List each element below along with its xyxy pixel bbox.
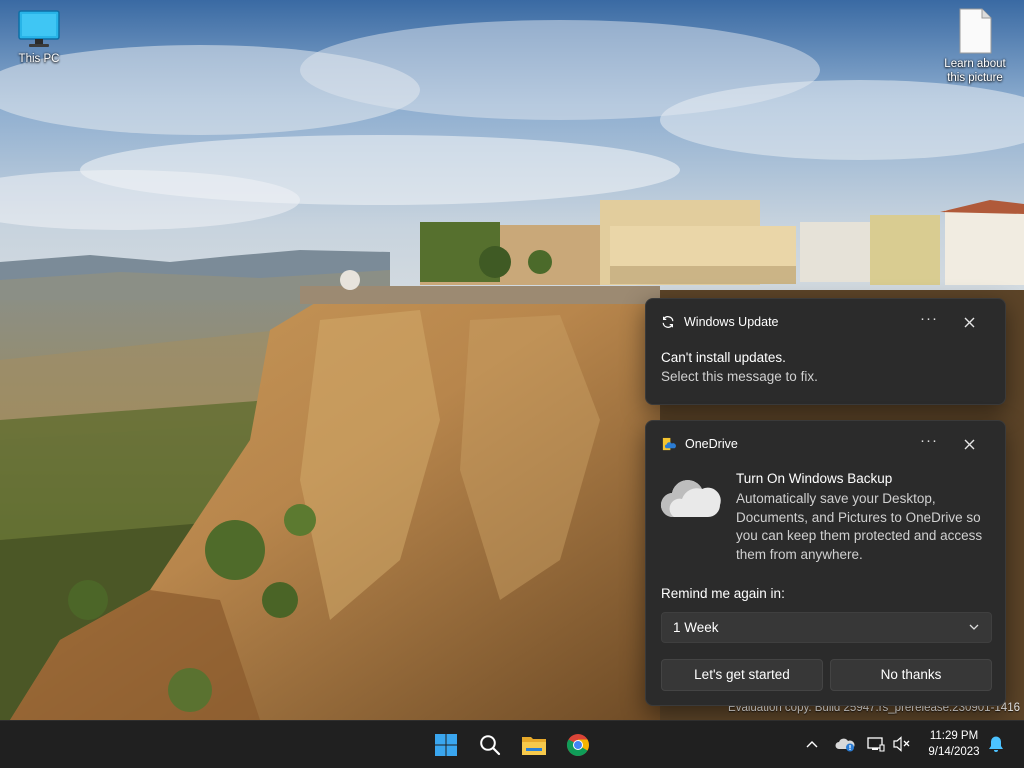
desktop-icon-learn-about-picture[interactable]: Learn about this picture — [936, 8, 1014, 85]
close-button[interactable] — [955, 430, 983, 458]
bell-icon — [989, 736, 1003, 752]
file-explorer-button[interactable] — [516, 727, 552, 763]
remind-label: Remind me again in: — [661, 586, 785, 601]
close-icon — [964, 439, 974, 449]
search-button[interactable] — [472, 727, 508, 763]
chevron-down-icon — [969, 624, 979, 630]
network-button[interactable] — [864, 731, 888, 757]
file-explorer-icon — [522, 737, 546, 755]
toast-app-name: OneDrive — [685, 437, 738, 451]
desktop-icon-this-pc[interactable]: This PC — [0, 9, 78, 66]
chrome-button[interactable] — [560, 727, 596, 763]
document-icon — [959, 8, 992, 54]
search-icon — [480, 735, 501, 756]
chevron-up-icon — [806, 741, 818, 748]
clock-button[interactable]: 11:29 PM 9/14/2023 — [918, 728, 990, 760]
toast-body: Automatically save your Desktop, Documen… — [736, 491, 983, 562]
onedrive-icon — [835, 738, 855, 752]
show-hidden-icons-button[interactable] — [800, 731, 824, 757]
notification-onedrive[interactable]: OneDrive ··· Turn On Windows Backup Auto… — [645, 420, 1006, 706]
remind-select-value: 1 Week — [673, 620, 719, 635]
monitor-icon — [18, 10, 60, 47]
taskbar: 11:29 PM 9/14/2023 — [0, 720, 1024, 768]
notifications-button[interactable] — [984, 731, 1008, 757]
onedrive-icon — [662, 437, 676, 450]
notification-windows-update[interactable]: Windows Update ··· Can't install updates… — [645, 298, 1006, 405]
lets-get-started-button[interactable]: Let's get started — [661, 659, 823, 691]
more-options-button[interactable]: ··· — [915, 308, 943, 336]
toast-title: Can't install updates. — [661, 350, 786, 365]
remind-select[interactable]: 1 Week — [661, 612, 992, 643]
sync-icon — [662, 316, 674, 328]
toast-header: Windows Update ··· — [661, 310, 995, 331]
no-thanks-button[interactable]: No thanks — [830, 659, 992, 691]
volume-button[interactable] — [890, 731, 914, 757]
desktop-icon-label: This PC — [18, 53, 60, 65]
chrome-icon — [567, 734, 589, 756]
onedrive-tray-button[interactable] — [833, 731, 857, 757]
toast-title: Turn On Windows Backup — [736, 471, 893, 486]
toast-app-name: Windows Update — [684, 315, 779, 329]
close-button[interactable] — [955, 308, 983, 336]
clock-date: 9/14/2023 — [928, 746, 980, 758]
more-options-button[interactable]: ··· — [915, 430, 943, 458]
toast-header: OneDrive ··· — [661, 432, 995, 453]
close-icon — [964, 317, 974, 327]
start-icon — [435, 734, 457, 756]
start-button[interactable] — [428, 727, 464, 763]
toast-body: Select this message to fix. — [661, 369, 818, 384]
cloud-icon — [660, 480, 721, 518]
network-icon — [867, 737, 885, 752]
desktop-icon-label: Learn about this picture — [944, 58, 1006, 84]
clock-time: 11:29 PM — [929, 730, 979, 742]
volume-muted-icon — [893, 736, 910, 752]
